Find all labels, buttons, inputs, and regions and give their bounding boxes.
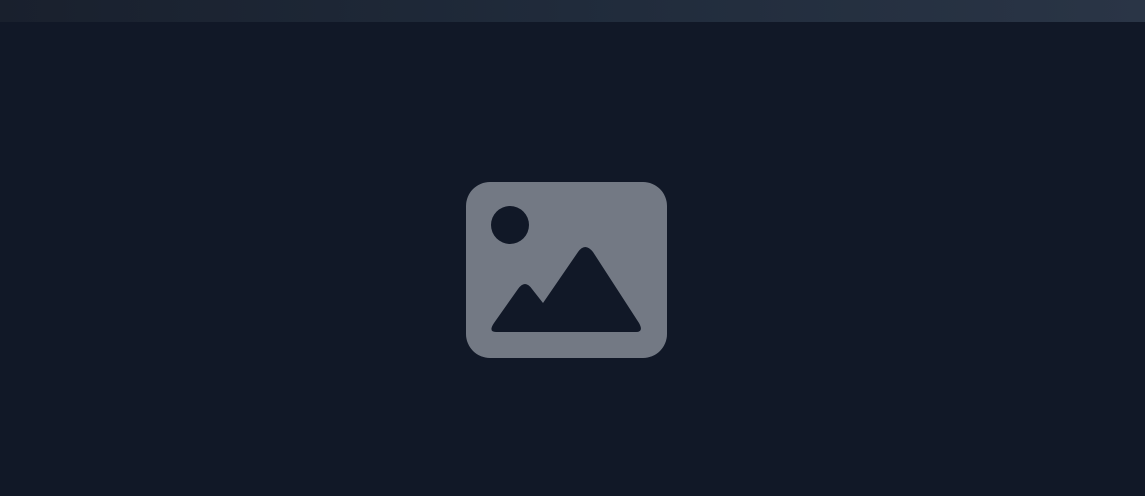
top-bar: [0, 0, 1145, 22]
image-placeholder: [466, 182, 667, 358]
image-placeholder-icon: [466, 182, 667, 358]
